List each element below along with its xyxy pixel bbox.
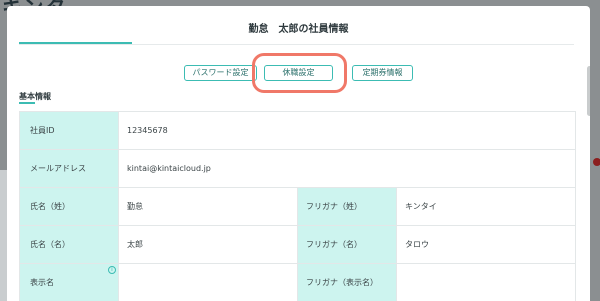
field-value: 12345678 bbox=[119, 112, 576, 149]
field-value: タロウ bbox=[397, 226, 576, 263]
table-row: 表示名 i フリガナ（表示名） bbox=[20, 264, 576, 301]
field-label: 社員ID bbox=[20, 112, 119, 149]
field-label: 表示名 i bbox=[20, 264, 119, 301]
password-settings-button[interactable]: パスワード設定 bbox=[184, 65, 257, 81]
employee-info-modal: 勤怠 太郎の社員情報 パスワード設定 休職設定 定期券情報 基本情報 社員ID … bbox=[7, 6, 590, 301]
field-value bbox=[397, 264, 576, 301]
field-value: 勤怠 bbox=[119, 188, 298, 225]
field-label: メールアドレス bbox=[20, 150, 119, 187]
scrollbar[interactable] bbox=[587, 66, 590, 116]
field-label-text: 表示名 bbox=[30, 278, 54, 287]
field-label: 氏名（姓） bbox=[20, 188, 119, 225]
table-row: 氏名（名） 太郎 フリガナ（名） タロウ bbox=[20, 226, 576, 264]
divider bbox=[19, 44, 574, 45]
field-label: フリガナ（名） bbox=[298, 226, 397, 263]
table-row: 氏名（姓） 勤怠 フリガナ（姓） キンタイ bbox=[20, 188, 576, 226]
notification-dot bbox=[593, 158, 600, 166]
basic-info-table: 社員ID 12345678 メールアドレス kintai@kintaicloud… bbox=[19, 111, 576, 301]
field-value bbox=[119, 264, 298, 301]
field-value: キンタイ bbox=[397, 188, 576, 225]
section-underline bbox=[19, 102, 35, 104]
field-value: 太郎 bbox=[119, 226, 298, 263]
info-icon[interactable]: i bbox=[108, 266, 116, 274]
field-label: フリガナ（表示名） bbox=[298, 264, 397, 301]
modal-title: 勤怠 太郎の社員情報 bbox=[248, 24, 349, 35]
field-label: 氏名（名） bbox=[20, 226, 119, 263]
table-row: 社員ID 12345678 bbox=[20, 112, 576, 150]
section-title: 基本情報 bbox=[19, 92, 51, 101]
field-value: kintai@kintaicloud.jp bbox=[119, 150, 576, 187]
commuter-pass-button[interactable]: 定期券情報 bbox=[352, 65, 413, 81]
highlight-ring bbox=[252, 53, 347, 93]
table-row: メールアドレス kintai@kintaicloud.jp bbox=[20, 150, 576, 188]
field-label: フリガナ（姓） bbox=[298, 188, 397, 225]
